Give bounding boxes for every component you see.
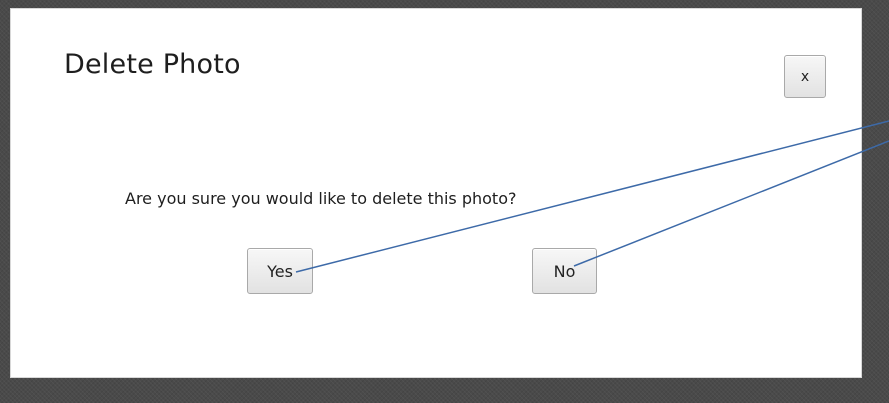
delete-photo-dialog: Delete Photo x Are you sure you would li…	[10, 8, 862, 378]
dialog-title: Delete Photo	[64, 49, 241, 80]
no-button[interactable]: No	[532, 248, 597, 294]
confirmation-message: Are you sure you would like to delete th…	[125, 189, 517, 208]
close-button[interactable]: x	[784, 55, 826, 98]
yes-button[interactable]: Yes	[247, 248, 313, 294]
